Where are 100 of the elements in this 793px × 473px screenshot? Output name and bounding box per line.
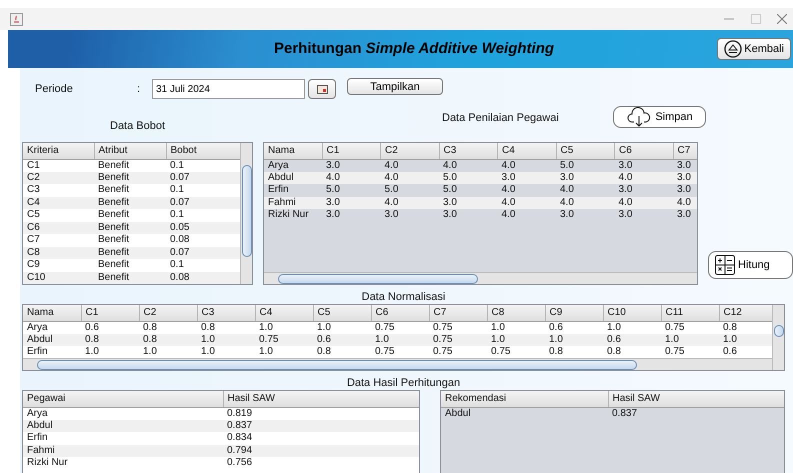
column-header[interactable]: Bobot [166, 143, 240, 159]
table-cell: 3.0 [673, 184, 697, 196]
table-cell: 0.8 [545, 346, 603, 358]
column-header[interactable]: Pegawai [23, 391, 223, 407]
column-header[interactable]: Nama [264, 143, 322, 159]
section-title: Data Normalisasi [360, 290, 446, 304]
table-cell: 0.1 [166, 159, 240, 172]
column-header[interactable]: C8 [487, 305, 545, 321]
table-cell: 3.0 [673, 172, 697, 184]
table-cell: 3.0 [673, 209, 697, 222]
table-cell: 3.0 [380, 209, 439, 222]
table-cell: 3.0 [673, 159, 697, 172]
table-cell: 0.1 [166, 209, 240, 222]
column-header[interactable]: Hasil SAW [223, 391, 419, 407]
table-cell: Benefit [94, 222, 166, 234]
table-cell: 0.837 [223, 420, 419, 432]
column-header[interactable]: Rekomendasi [441, 391, 608, 407]
table-cell: 4.0 [498, 184, 556, 196]
table-cell: C1 [23, 159, 94, 172]
column-header[interactable]: C7 [673, 143, 697, 159]
table-cell: 1.0 [545, 334, 603, 346]
table-cell: 3.0 [614, 159, 673, 172]
column-header[interactable]: C4 [255, 305, 313, 321]
column-header[interactable]: C3 [197, 305, 255, 321]
column-header[interactable]: C11 [661, 305, 719, 321]
table-cell: Benefit [94, 246, 166, 259]
table-cell: 4.0 [439, 159, 498, 172]
save-button[interactable]: Simpan [613, 106, 706, 128]
table-cell: 1.0 [313, 321, 371, 334]
table-cell: C7 [23, 234, 94, 246]
table-cell: 3.0 [439, 209, 498, 222]
table-cell: 0.6 [545, 321, 603, 334]
cloud-download-icon [626, 107, 652, 127]
table-cell: 0.1 [166, 184, 240, 196]
calculator-icon [715, 255, 735, 275]
date-field[interactable]: 31 Juli 2024 [152, 79, 305, 99]
table-cell: 4.0 [380, 172, 439, 184]
table-cell: 3.0 [498, 172, 556, 184]
column-header[interactable]: C2 [139, 305, 197, 321]
column-header[interactable]: C9 [545, 305, 603, 321]
table-cell: Rizki Nur [23, 457, 223, 470]
table-cell: 4.0 [556, 184, 614, 196]
table-cell: C6 [23, 222, 94, 234]
column-header[interactable]: C2 [380, 143, 439, 159]
column-header[interactable]: Atribut [94, 143, 166, 159]
table-cell: Abdul [23, 420, 223, 432]
table-cell: 0.834 [223, 432, 419, 444]
table-cell: Benefit [94, 184, 166, 196]
table-cell: 4.0 [380, 159, 439, 172]
table-cell: 0.07 [166, 246, 240, 259]
table-cell: 0.75 [371, 346, 429, 358]
table-cell: 0.6 [81, 321, 139, 334]
table-cell: 3.0 [614, 209, 673, 222]
back-button[interactable]: Kembali [716, 38, 791, 60]
table-cell: 1.0 [255, 346, 313, 358]
column-header[interactable]: Nama [23, 305, 81, 321]
show-button[interactable]: Tampilkan [347, 78, 443, 95]
table-cell: Fahmi [264, 196, 322, 209]
table-cell: 0.6 [313, 334, 371, 346]
column-header[interactable]: C5 [556, 143, 614, 159]
table-cell: Erfin [264, 184, 322, 196]
column-header[interactable]: C6 [371, 305, 429, 321]
table-cell: C5 [23, 209, 94, 222]
column-header[interactable]: C6 [614, 143, 673, 159]
column-header[interactable]: C1 [81, 305, 139, 321]
table-cell: C2 [23, 172, 94, 184]
table-cell: Rizki Nur [264, 209, 322, 222]
table-cell: 0.794 [223, 444, 419, 457]
table-cell: 3.0 [556, 209, 614, 222]
page-title: Perhitungan Simple Additive Weighting [274, 38, 554, 59]
table-cell: Abdul [441, 407, 608, 420]
table-cell: 3.0 [614, 184, 673, 196]
table-cell: 1.0 [81, 346, 139, 358]
table-cell: Benefit [94, 272, 166, 284]
table-cell: C8 [23, 246, 94, 259]
close-icon[interactable] [777, 14, 787, 24]
column-header[interactable]: Hasil SAW [608, 391, 784, 407]
table-cell: Benefit [94, 209, 166, 222]
column-header[interactable]: C5 [313, 305, 371, 321]
date-picker-button[interactable] [308, 79, 336, 99]
table-cell: 3.0 [322, 209, 380, 222]
column-header[interactable]: C4 [498, 143, 556, 159]
column-header[interactable]: C12 [719, 305, 772, 321]
calculate-button[interactable]: Hitung [708, 251, 793, 279]
column-header[interactable]: Kriteria [23, 143, 94, 159]
table-cell: Benefit [94, 196, 166, 209]
table-cell: C4 [23, 196, 94, 209]
table-cell: Arya [23, 321, 81, 334]
separator: : [137, 82, 142, 97]
table-cell: 0.8 [139, 321, 197, 334]
table-cell: 0.8 [197, 321, 255, 334]
table-cell: 0.8 [603, 346, 661, 358]
column-header[interactable]: C1 [322, 143, 380, 159]
column-header[interactable]: C7 [429, 305, 487, 321]
column-header[interactable]: C3 [439, 143, 498, 159]
column-header[interactable]: C10 [603, 305, 661, 321]
table-cell: 0.1 [166, 259, 240, 272]
table-cell: 0.75 [429, 346, 487, 358]
table-cell: Benefit [94, 172, 166, 184]
table-cell: 0.75 [371, 321, 429, 334]
